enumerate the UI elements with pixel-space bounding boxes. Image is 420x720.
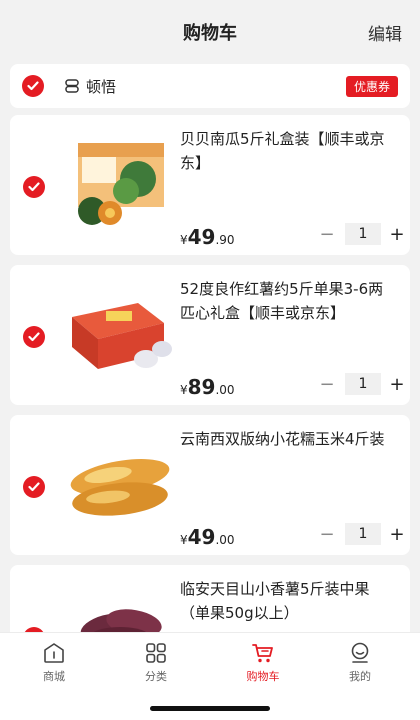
coupon-button[interactable]: 优惠券	[345, 76, 398, 97]
page-title: 购物车	[183, 23, 237, 44]
edit-button[interactable]: 编辑	[368, 20, 402, 45]
shop-name[interactable]: 顿悟	[86, 76, 116, 97]
tab-profile[interactable]: 我的	[330, 641, 390, 684]
cart-item: 云南西双版纳小花糯玉米4斤装 ¥49.00 − 1 +	[10, 415, 410, 555]
checkmark-icon	[27, 81, 39, 91]
tab-label: 我的	[349, 670, 371, 683]
quantity-stepper: − 1 +	[318, 523, 406, 545]
shop-select-checkbox[interactable]	[22, 75, 44, 97]
cart-item: 贝贝南瓜5斤礼盒装【顺丰或京东】 ¥49.90 − 1 +	[10, 115, 410, 255]
increase-button[interactable]: +	[388, 374, 406, 395]
product-price: ¥49.90	[180, 225, 235, 249]
category-icon	[146, 643, 166, 663]
item-select-checkbox[interactable]	[23, 176, 45, 198]
item-select-checkbox[interactable]	[23, 326, 45, 348]
profile-icon	[351, 642, 369, 663]
product-image[interactable]	[68, 427, 172, 531]
product-name[interactable]: 临安天目山小香薯5斤装中果（单果50g以上）	[180, 577, 390, 625]
decrease-button[interactable]: −	[318, 374, 336, 395]
shop-icon	[65, 79, 79, 93]
checkmark-icon	[28, 482, 40, 492]
decrease-button[interactable]: −	[318, 224, 336, 245]
cart-item: 52度良作红薯约5斤单果3-6两匹心礼盒【顺丰或京东】 ¥89.00 − 1 +	[10, 265, 410, 405]
item-select-checkbox[interactable]	[23, 476, 45, 498]
increase-button[interactable]: +	[388, 224, 406, 245]
product-image[interactable]	[68, 127, 172, 231]
product-name[interactable]: 贝贝南瓜5斤礼盒装【顺丰或京东】	[180, 127, 390, 175]
product-price: ¥49.00	[180, 525, 235, 549]
checkmark-icon	[28, 332, 40, 342]
tab-category[interactable]: 分类	[126, 641, 186, 684]
shop-header: 顿悟 优惠券	[10, 64, 410, 108]
tab-store[interactable]: 商城	[24, 641, 84, 684]
quantity-stepper: − 1 +	[318, 223, 406, 245]
header-bar: 购物车 编辑	[0, 0, 420, 64]
quantity-input[interactable]: 1	[345, 223, 381, 245]
decrease-button[interactable]: −	[318, 524, 336, 545]
quantity-input[interactable]: 1	[345, 373, 381, 395]
product-price: ¥89.00	[180, 375, 235, 399]
product-name[interactable]: 52度良作红薯约5斤单果3-6两匹心礼盒【顺丰或京东】	[180, 277, 390, 325]
increase-button[interactable]: +	[388, 524, 406, 545]
quantity-stepper: − 1 +	[318, 373, 406, 395]
tab-label: 分类	[145, 670, 167, 683]
tab-label: 购物车	[246, 670, 280, 683]
product-name[interactable]: 云南西双版纳小花糯玉米4斤装	[180, 427, 390, 451]
home-indicator	[150, 706, 270, 711]
tab-label: 商城	[43, 670, 65, 683]
cart-icon	[252, 644, 273, 663]
quantity-input[interactable]: 1	[345, 523, 381, 545]
checkmark-icon	[28, 182, 40, 192]
store-icon	[44, 643, 64, 663]
product-image[interactable]	[68, 277, 172, 381]
tab-cart[interactable]: 购物车	[233, 641, 293, 684]
